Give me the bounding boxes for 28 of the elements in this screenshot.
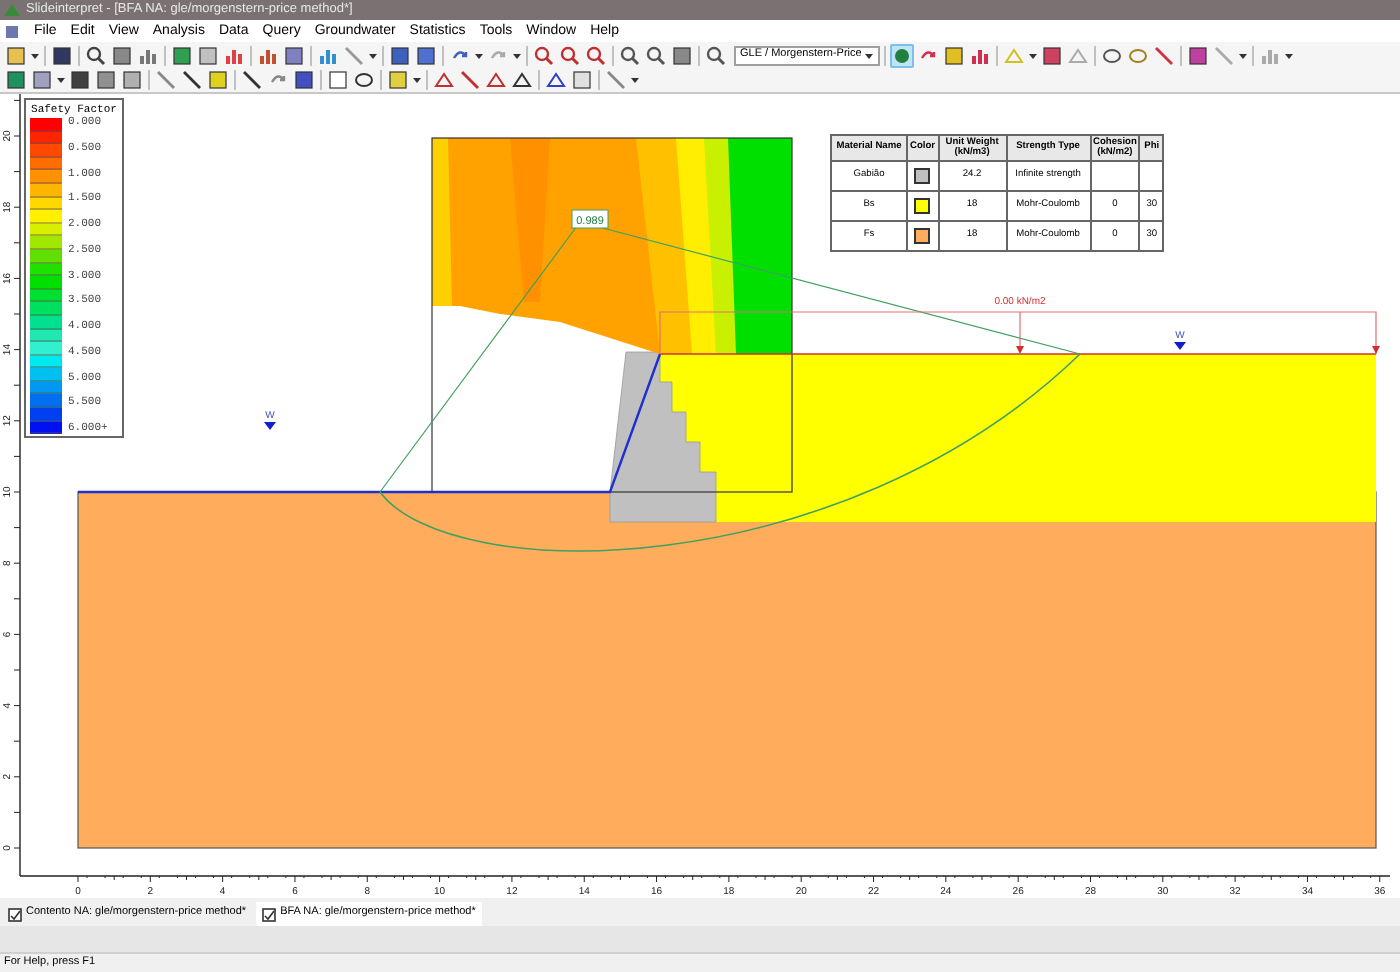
zoom-button[interactable] — [704, 43, 728, 67]
triangle-button[interactable] — [484, 68, 508, 92]
water-table-icon — [264, 422, 276, 430]
zoom-window-button[interactable] — [618, 43, 642, 67]
triangle-button[interactable] — [510, 68, 534, 92]
line-icon — [460, 70, 480, 90]
zoom-icon — [534, 45, 554, 65]
triangle-button[interactable] — [432, 68, 456, 92]
zoom-out-button[interactable] — [584, 43, 608, 67]
chart-icon — [258, 45, 278, 65]
zoom-icon — [646, 45, 666, 65]
histogram-icon — [318, 45, 338, 65]
rectangle-button[interactable] — [326, 68, 350, 92]
zoom-window-icon — [620, 45, 640, 65]
zoom-icon — [706, 45, 726, 65]
line-button[interactable] — [180, 68, 204, 92]
zoom-button[interactable] — [532, 43, 556, 67]
water-table-icon — [1174, 342, 1186, 350]
line-button[interactable] — [458, 68, 482, 92]
ellipse-icon — [354, 70, 374, 90]
triangle-icon — [434, 70, 454, 90]
zoom-in-button[interactable] — [558, 43, 582, 67]
ellipse-button[interactable] — [352, 68, 376, 92]
line-icon — [182, 70, 202, 90]
line-icon — [156, 70, 176, 90]
zoom-out-icon — [586, 45, 606, 65]
zoom-in-icon — [560, 45, 580, 65]
zoom-button[interactable] — [644, 43, 668, 67]
